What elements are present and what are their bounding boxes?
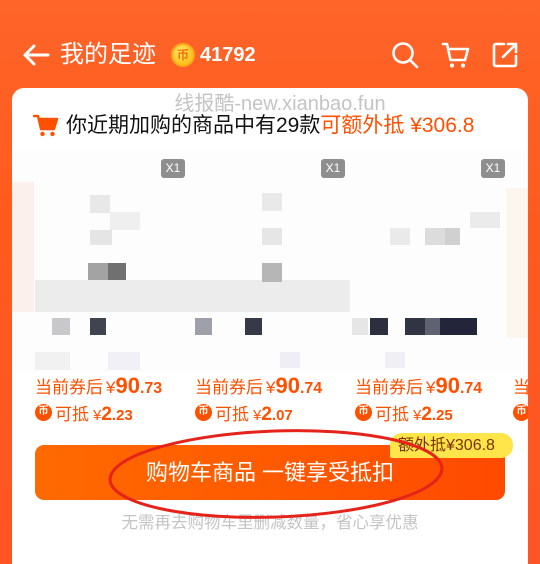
deduct-amount: 币 可抵 ¥ 2 .25 bbox=[355, 400, 453, 425]
footer-note: 无需再去购物车里删减数量，省心享优惠 bbox=[121, 514, 419, 532]
price-symbol: ¥ bbox=[266, 378, 276, 397]
coin-icon: 币 bbox=[35, 403, 52, 421]
summary-highlight: 可额外抵 ¥306.8 bbox=[320, 114, 475, 137]
blur-pixel bbox=[12, 182, 34, 312]
coin-balance[interactable]: 币 41792 bbox=[171, 43, 256, 67]
deduct-symbol: ¥ bbox=[253, 407, 262, 424]
deduct-integer: 2 bbox=[421, 404, 432, 425]
coin-icon: 币 bbox=[513, 403, 528, 421]
price-integer: 90 bbox=[115, 373, 140, 398]
product-item[interactable]: 当前券后 币 bbox=[513, 150, 528, 428]
summary-text: 你近期加购的商品中有29款 bbox=[66, 114, 321, 137]
coupon-price: 当前券后 ¥ 90 .74 bbox=[355, 373, 482, 399]
price-label: 当前券后 bbox=[35, 378, 103, 397]
product-item[interactable]: X1 当前券后 ¥ 90 .74 币 可抵 ¥ 2 .25 bbox=[355, 150, 515, 428]
deduct-integer: 2 bbox=[261, 404, 272, 425]
deduct-decimal: .07 bbox=[271, 407, 293, 424]
coin-icon: 币 bbox=[355, 403, 372, 421]
deduct-decimal: .25 bbox=[431, 407, 453, 424]
quantity-badge: X1 bbox=[481, 159, 505, 178]
back-button[interactable] bbox=[21, 43, 51, 67]
search-icon bbox=[392, 42, 419, 69]
back-arrow-icon bbox=[23, 44, 50, 66]
share-button[interactable] bbox=[491, 41, 519, 69]
search-button[interactable] bbox=[391, 41, 419, 69]
shopping-cart-icon bbox=[33, 114, 59, 137]
price-integer: 90 bbox=[435, 373, 460, 398]
deduct-integer: 2 bbox=[101, 404, 112, 425]
deduct-label: 可抵 bbox=[55, 405, 89, 424]
quantity-badge: X1 bbox=[161, 159, 185, 178]
product-carousel[interactable]: X1 当前券后 ¥ 90 .73 币 可抵 ¥ 2 .23 X1 当前券后 ¥ … bbox=[12, 150, 528, 428]
price-label: 当前券后 bbox=[195, 378, 263, 397]
page-title: 我的足迹 bbox=[60, 41, 156, 68]
deduct-amount: 币 可抵 ¥ 2 .07 bbox=[195, 400, 293, 425]
price-symbol: ¥ bbox=[106, 378, 116, 397]
coupon-price: 当前券后 ¥ 90 .74 bbox=[195, 373, 322, 399]
deduct-amount: 币 bbox=[513, 400, 528, 424]
cart-icon bbox=[441, 42, 470, 68]
top-bar: 我的足迹 币 41792 bbox=[0, 0, 540, 88]
coin-count: 41792 bbox=[200, 44, 256, 66]
watermark: 线报酷-new.xianbao.fun bbox=[174, 93, 386, 115]
coin-icon: 币 bbox=[171, 43, 195, 67]
deduct-symbol: ¥ bbox=[413, 407, 422, 424]
price-label: 当前券后 bbox=[355, 378, 423, 397]
deduct-label: 可抵 bbox=[375, 405, 409, 424]
product-item[interactable]: X1 当前券后 ¥ 90 .74 币 可抵 ¥ 2 .07 bbox=[195, 150, 355, 428]
price-decimal: .74 bbox=[459, 380, 483, 397]
deduct-decimal: .23 bbox=[111, 407, 133, 424]
cart-deduction-card: 线报酷-new.xianbao.fun 你近期加购的商品中有29款 可额外抵 ¥… bbox=[12, 88, 528, 564]
page: 我的足迹 币 41792 线报酷-new.xianbao.fun 你近期加购的商… bbox=[0, 0, 540, 564]
coupon-price: 当前券后 bbox=[513, 373, 528, 399]
coupon-price: 当前券后 ¥ 90 .73 bbox=[35, 373, 162, 399]
deduct-label: 可抵 bbox=[215, 405, 249, 424]
quantity-badge: X1 bbox=[321, 159, 345, 178]
price-decimal: .73 bbox=[139, 380, 163, 397]
deduct-symbol: ¥ bbox=[93, 407, 102, 424]
cart-button[interactable] bbox=[441, 41, 471, 69]
price-symbol: ¥ bbox=[426, 378, 436, 397]
price-label: 当前券后 bbox=[513, 378, 528, 397]
product-item[interactable]: X1 当前券后 ¥ 90 .73 币 可抵 ¥ 2 .23 bbox=[35, 150, 195, 428]
deduct-amount: 币 可抵 ¥ 2 .23 bbox=[35, 400, 133, 425]
extra-deduction-badge: 额外抵¥306.8 bbox=[390, 433, 513, 458]
price-integer: 90 bbox=[275, 373, 300, 398]
price-decimal: .74 bbox=[299, 380, 323, 397]
coin-icon: 币 bbox=[195, 403, 212, 421]
summary-line: 你近期加购的商品中有29款 可额外抵 ¥306.8 bbox=[33, 113, 474, 139]
share-icon bbox=[492, 42, 518, 68]
